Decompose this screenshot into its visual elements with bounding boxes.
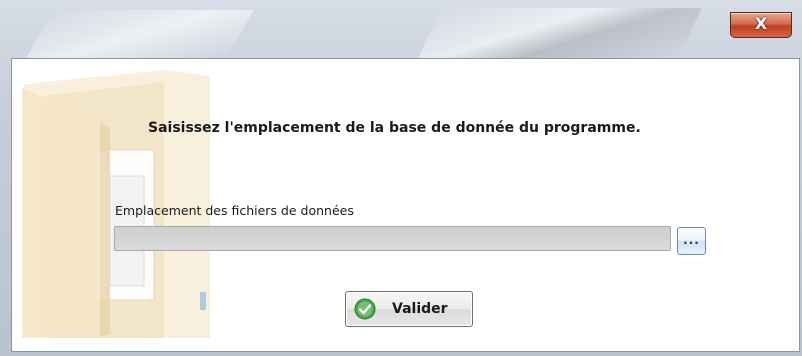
location-field-label: Emplacement des fichiers de données bbox=[115, 203, 354, 218]
database-path-input[interactable] bbox=[114, 226, 671, 251]
validate-button[interactable]: Valider bbox=[345, 291, 473, 327]
close-icon: X bbox=[754, 14, 768, 33]
close-button[interactable]: X bbox=[730, 12, 792, 38]
instruction-text: Saisissez l'emplacement de la base de do… bbox=[148, 120, 641, 136]
checkmark-icon bbox=[354, 298, 376, 320]
frame-glass-reflection bbox=[26, 10, 254, 58]
frame-glass-reflection bbox=[418, 8, 702, 58]
browse-button[interactable]: ... bbox=[677, 227, 706, 255]
validate-button-label: Valider bbox=[392, 301, 448, 317]
